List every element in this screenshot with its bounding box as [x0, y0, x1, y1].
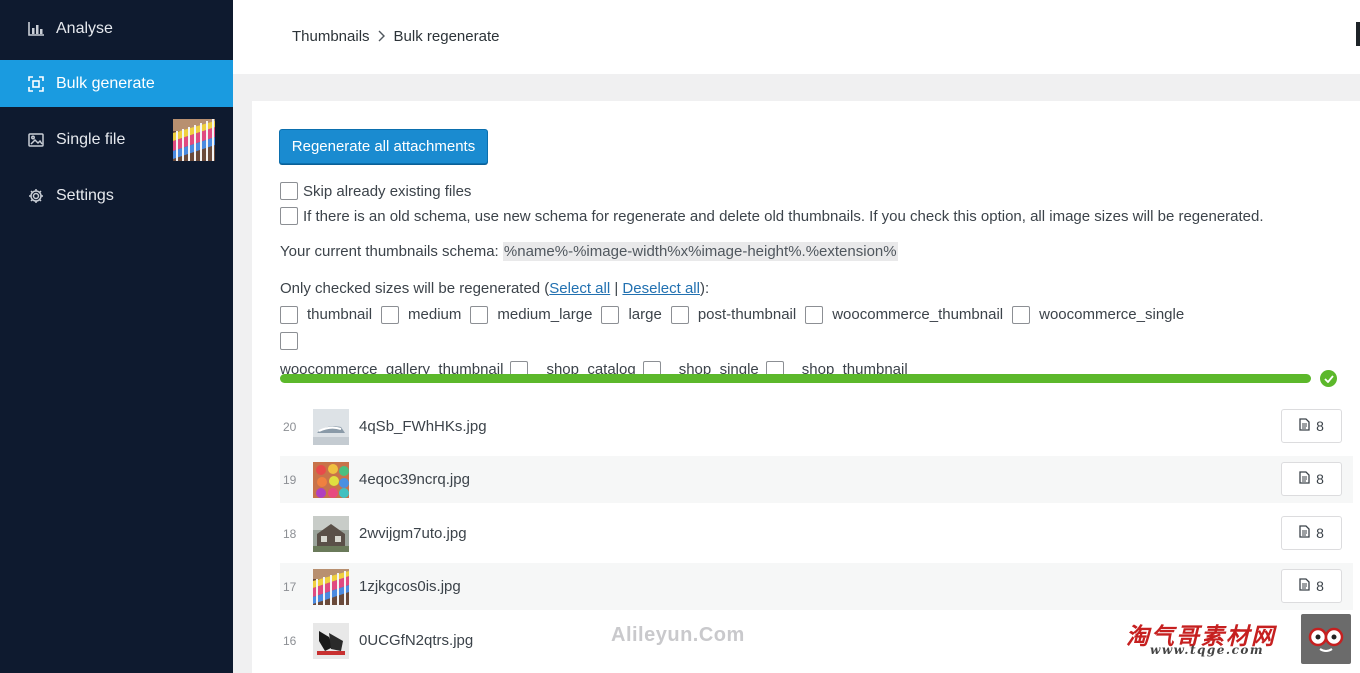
file-name: 4eqoc39ncrq.jpg [359, 471, 470, 488]
size-checkbox[interactable] [1012, 306, 1031, 324]
sizes-heading: Only checked sizes will be regenerated (… [280, 280, 709, 297]
sidebar-item-analyse[interactable]: Analyse [0, 5, 233, 52]
file-row: 18 2wvijgm7uto.jpg 8 [280, 510, 1353, 557]
new-schema-option: If there is an old schema, use new schem… [280, 207, 1264, 225]
document-icon [1299, 471, 1310, 487]
breadcrumb: Thumbnails Bulk regenerate [292, 28, 499, 45]
new-schema-checkbox[interactable] [280, 207, 298, 225]
header-bar: Thumbnails Bulk regenerate [233, 0, 1360, 74]
file-id: 17 [283, 579, 297, 594]
regenerate-all-button[interactable]: Regenerate all attachments [279, 129, 488, 164]
file-count-button[interactable]: 8 [1281, 462, 1342, 496]
size-label: medium_large [497, 306, 593, 323]
size-label: large [628, 306, 662, 323]
size-label: thumbnail [307, 306, 373, 323]
size-checkbox[interactable] [470, 306, 489, 324]
sidebar-item-label: Bulk generate [56, 74, 155, 92]
file-id: 16 [283, 633, 297, 648]
size-checkbox[interactable] [805, 306, 824, 324]
document-icon [1299, 525, 1310, 541]
file-id: 18 [283, 526, 297, 541]
watermark-url: www.tqge.com [1150, 643, 1265, 657]
single-file-thumbnail [173, 119, 215, 161]
size-option: thumbnail [280, 303, 372, 327]
size-checkbox[interactable] [670, 306, 689, 324]
file-count: 8 [1316, 578, 1324, 594]
file-name: 0UCGfN2qtrs.jpg [359, 632, 474, 649]
gear-icon [27, 187, 45, 205]
file-row: 19 4eqoc39ncrq.jpg 8 [280, 456, 1353, 503]
check-circle-icon [1320, 370, 1337, 387]
size-checkbox[interactable] [280, 332, 298, 350]
breadcrumb-bulk-regenerate: Bulk regenerate [393, 28, 500, 45]
sizes-list: thumbnail medium medium_large large post-thu… [280, 303, 1220, 382]
schema-value: %name%-%image-width%x%image-height%.%ext… [502, 242, 898, 261]
file-count-button[interactable]: 8 [1281, 569, 1342, 603]
document-icon [1299, 578, 1310, 594]
file-id: 20 [283, 419, 297, 434]
size-label: post-thumbnail [697, 306, 797, 323]
sizes-suffix: ): [699, 280, 710, 297]
size-option: woocommerce_thumbnail [805, 303, 1003, 327]
size-checkbox[interactable] [601, 306, 620, 324]
bar-chart-icon [27, 20, 45, 38]
watermark-left: Alileyun.Com [611, 624, 745, 646]
size-label: medium [408, 306, 462, 323]
sidebar-item-label: Settings [56, 186, 114, 204]
size-option: medium_large [470, 303, 592, 327]
sidebar-item-label: Analyse [56, 19, 113, 37]
sidebar: Analyse Bulk generate Single file Settin… [0, 0, 233, 673]
file-thumbnail [313, 568, 349, 605]
size-option: medium [381, 303, 461, 327]
schema-row: Your current thumbnails schema: %name%-%… [280, 242, 898, 261]
file-thumbnail [313, 515, 349, 552]
file-count-button[interactable]: 8 [1281, 516, 1342, 550]
breadcrumb-thumbnails[interactable]: Thumbnails [292, 28, 370, 45]
sizes-separator: | [614, 280, 619, 297]
size-option [280, 332, 307, 350]
crop-frame-icon [27, 75, 45, 93]
image-icon [27, 131, 45, 149]
skip-existing-checkbox[interactable] [280, 182, 298, 200]
size-label: woocommerce_thumbnail [832, 306, 1004, 323]
sidebar-item-label: Single file [56, 130, 126, 148]
close-icon[interactable] [1356, 22, 1360, 46]
file-name: 2wvijgm7uto.jpg [359, 525, 467, 542]
size-checkbox[interactable] [280, 306, 298, 324]
schema-label: Your current thumbnails schema: [280, 243, 499, 260]
file-row: 20 4qSb_FWhHKs.jpg 8 [280, 403, 1353, 450]
skip-existing-option: Skip already existing files [280, 182, 471, 200]
watermark-logo [1301, 614, 1351, 664]
size-label: woocommerce_single [1039, 306, 1185, 323]
sidebar-item-single-file[interactable]: Single file [0, 116, 233, 163]
deselect-all-link[interactable]: Deselect all [622, 280, 700, 297]
document-icon [1299, 418, 1310, 434]
sizes-prefix: Only checked sizes will be regenerated ( [280, 280, 550, 297]
new-schema-label: If there is an old schema, use new schem… [303, 207, 1264, 225]
file-name: 1zjkgcos0is.jpg [359, 578, 461, 595]
file-name: 4qSb_FWhHKs.jpg [359, 418, 487, 435]
file-thumbnail [313, 622, 349, 659]
file-thumbnail [313, 408, 349, 445]
skip-existing-label: Skip already existing files [303, 182, 472, 200]
file-count: 8 [1316, 418, 1324, 434]
file-count: 8 [1316, 471, 1324, 487]
sidebar-item-settings[interactable]: Settings [0, 172, 233, 219]
file-count-button[interactable]: 8 [1281, 409, 1342, 443]
size-option: large [601, 303, 662, 327]
select-all-link[interactable]: Select all [549, 280, 610, 297]
file-count: 8 [1316, 525, 1324, 541]
progress-bar [280, 374, 1311, 383]
file-row: 17 1zjkgcos0is.jpg 8 [280, 563, 1353, 610]
file-id: 19 [283, 472, 297, 487]
file-thumbnail [313, 461, 349, 498]
chevron-right-icon [378, 29, 386, 45]
sidebar-item-bulk-generate[interactable]: Bulk generate [0, 60, 233, 107]
size-checkbox[interactable] [381, 306, 400, 324]
size-option: post-thumbnail [670, 303, 797, 327]
size-option: woocommerce_single [1012, 303, 1184, 327]
